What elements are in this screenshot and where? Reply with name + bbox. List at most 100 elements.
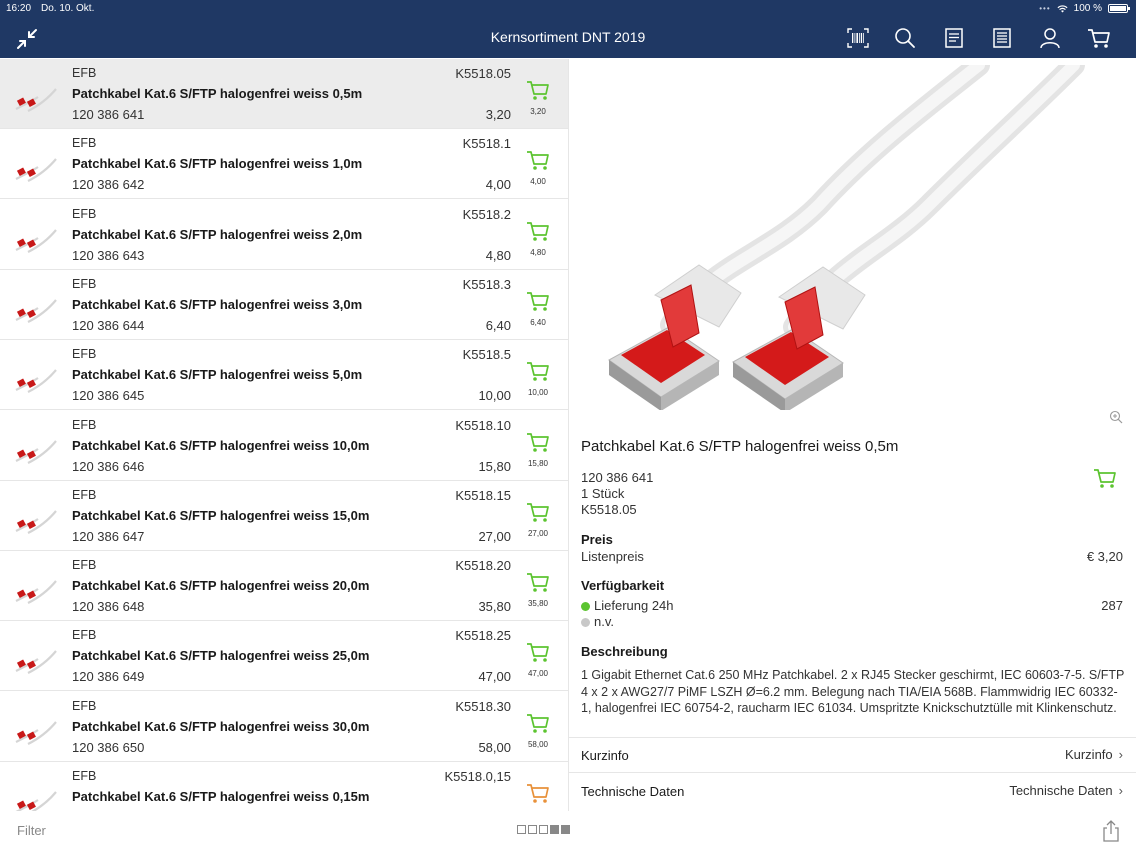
list-item[interactable]: EFB Patchkabel Kat.6 S/FTP halogenfrei w… <box>0 200 568 270</box>
product-thumbnail <box>15 228 57 253</box>
add-to-cart-icon[interactable] <box>526 782 550 804</box>
technische-daten-link[interactable]: Technische Daten › <box>1009 783 1123 798</box>
availability-row: n.v. <box>581 614 614 629</box>
add-to-cart-icon[interactable] <box>526 220 550 242</box>
product-brand: EFB <box>72 487 97 502</box>
product-code: K5518.3 <box>462 276 511 292</box>
product-number: 120 386 641 <box>72 107 145 122</box>
page-dot[interactable] <box>561 825 570 834</box>
list-item[interactable]: EFB Patchkabel Kat.6 S/FTP halogenfrei w… <box>0 129 568 200</box>
kurzinfo-value[interactable]: Kurzinfo <box>1065 747 1113 762</box>
technische-daten-value[interactable]: Technische Daten <box>1009 783 1112 798</box>
product-code: K5518.20 <box>455 558 511 574</box>
share-icon[interactable] <box>1102 819 1120 843</box>
multitask-dots: ••• <box>1039 4 1051 13</box>
search-icon[interactable] <box>893 27 917 49</box>
chevron-right-icon: › <box>1118 747 1123 762</box>
product-detail: Patchkabel Kat.6 S/FTP halogenfrei weiss… <box>569 59 1136 811</box>
product-thumbnail <box>15 299 57 323</box>
product-name: Patchkabel Kat.6 S/FTP halogenfrei weiss… <box>72 789 370 804</box>
product-code: K5518.15 <box>455 487 511 503</box>
list-item[interactable]: EFB Patchkabel Kat.6 S/FTP halogenfrei w… <box>0 692 568 762</box>
add-to-cart-icon[interactable] <box>526 571 550 593</box>
status-dot <box>581 618 590 627</box>
list-item[interactable]: EFB Patchkabel Kat.6 S/FTP halogenfrei w… <box>0 411 568 481</box>
product-price: 4,00 <box>485 177 511 193</box>
detail-title: Patchkabel Kat.6 S/FTP halogenfrei weiss… <box>581 438 899 455</box>
product-thumbnail <box>15 791 57 811</box>
product-thumbnail <box>15 369 57 394</box>
product-number: 120 386 649 <box>72 669 145 685</box>
product-brand: EFB <box>72 66 97 80</box>
product-thumbnail <box>15 158 57 183</box>
list-item[interactable]: EFB Patchkabel Kat.6 S/FTP halogenfrei w… <box>0 340 568 411</box>
page-dot[interactable] <box>550 825 559 834</box>
product-name: Patchkabel Kat.6 S/FTP halogenfrei weiss… <box>72 648 370 664</box>
battery-percent: 100 % <box>1073 3 1102 14</box>
product-code: K5518.30 <box>455 698 511 714</box>
add-to-cart-icon[interactable] <box>526 641 550 663</box>
add-to-cart-icon[interactable] <box>526 290 550 312</box>
product-price: 35,80 <box>478 599 511 615</box>
list-item[interactable]: EFB Patchkabel Kat.6 S/FTP halogenfrei w… <box>0 621 568 692</box>
product-number: 120 386 645 <box>72 388 145 404</box>
add-to-cart-icon[interactable] <box>526 501 550 523</box>
user-icon[interactable] <box>1038 27 1062 49</box>
add-to-cart-icon[interactable] <box>526 712 550 734</box>
list-icon[interactable] <box>990 27 1014 49</box>
product-image <box>608 65 1085 410</box>
page-indicator[interactable] <box>517 825 570 834</box>
product-price: 10,00 <box>478 388 511 404</box>
availability-label: Lieferung 24h <box>594 598 674 613</box>
cart-price: 27,00 <box>527 528 549 538</box>
product-price: 4,80 <box>485 247 511 263</box>
barcode-icon[interactable] <box>846 27 870 49</box>
product-number: 120 386 647 <box>72 528 145 544</box>
product-brand: EFB <box>72 136 97 151</box>
cart-price: 3,20 <box>530 107 546 116</box>
product-price: 6,40 <box>485 317 511 333</box>
cart-price: 4,00 <box>530 177 546 187</box>
add-to-cart-icon[interactable] <box>526 149 550 171</box>
product-code: K5518.25 <box>455 628 511 644</box>
list-item[interactable]: EFB Patchkabel Kat.6 S/FTP halogenfrei w… <box>0 551 568 622</box>
cart-price: 10,00 <box>527 388 549 398</box>
list-item[interactable]: EFB Patchkabel Kat.6 S/FTP halogenfrei w… <box>0 270 568 340</box>
product-name: Patchkabel Kat.6 S/FTP halogenfrei weiss… <box>72 718 370 734</box>
page-dot[interactable] <box>517 825 526 834</box>
product-thumbnail <box>15 650 57 675</box>
list-item[interactable]: EFB Patchkabel Kat.6 S/FTP halogenfrei w… <box>0 59 568 129</box>
status-time: 16:20 <box>6 3 32 14</box>
product-name: Patchkabel Kat.6 S/FTP halogenfrei weiss… <box>72 86 363 101</box>
list-item[interactable]: EFB Patchkabel Kat.6 S/FTP halogenfrei w… <box>0 481 568 551</box>
product-code: K5518.10 <box>455 417 511 433</box>
filter-button[interactable]: Filter <box>17 823 46 838</box>
product-thumbnail <box>15 88 57 112</box>
add-to-cart-icon[interactable] <box>526 79 550 101</box>
list-item[interactable]: EFB Patchkabel Kat.6 S/FTP halogenfrei w… <box>0 762 568 811</box>
page-dot[interactable] <box>528 825 537 834</box>
cart-price: 4,80 <box>530 247 546 257</box>
cart-price: 6,40 <box>530 317 546 327</box>
page-dot[interactable] <box>539 825 548 834</box>
product-brand: EFB <box>72 628 97 643</box>
add-to-cart-icon[interactable] <box>526 431 550 453</box>
add-to-cart-icon[interactable] <box>526 360 550 382</box>
product-thumbnail <box>15 720 57 745</box>
product-code: K5518.5 <box>462 347 511 363</box>
kurzinfo-label: Kurzinfo <box>581 748 629 763</box>
product-brand: EFB <box>72 206 97 221</box>
cart-price: 15,80 <box>527 458 549 468</box>
cart-icon[interactable] <box>1087 27 1111 49</box>
availability-row: Lieferung 24h <box>581 598 674 613</box>
product-number: 120 386 643 <box>72 247 145 263</box>
battery-icon <box>1108 4 1130 13</box>
zoom-icon[interactable] <box>1109 410 1123 424</box>
notepad-icon[interactable] <box>942 27 966 49</box>
add-to-cart-icon[interactable] <box>1093 467 1117 489</box>
price-heading: Preis <box>581 532 613 547</box>
kurzinfo-link[interactable]: Kurzinfo › <box>1065 747 1123 762</box>
product-price: 3,20 <box>485 107 511 122</box>
product-brand: EFB <box>72 276 97 291</box>
product-price: 58,00 <box>478 739 511 755</box>
